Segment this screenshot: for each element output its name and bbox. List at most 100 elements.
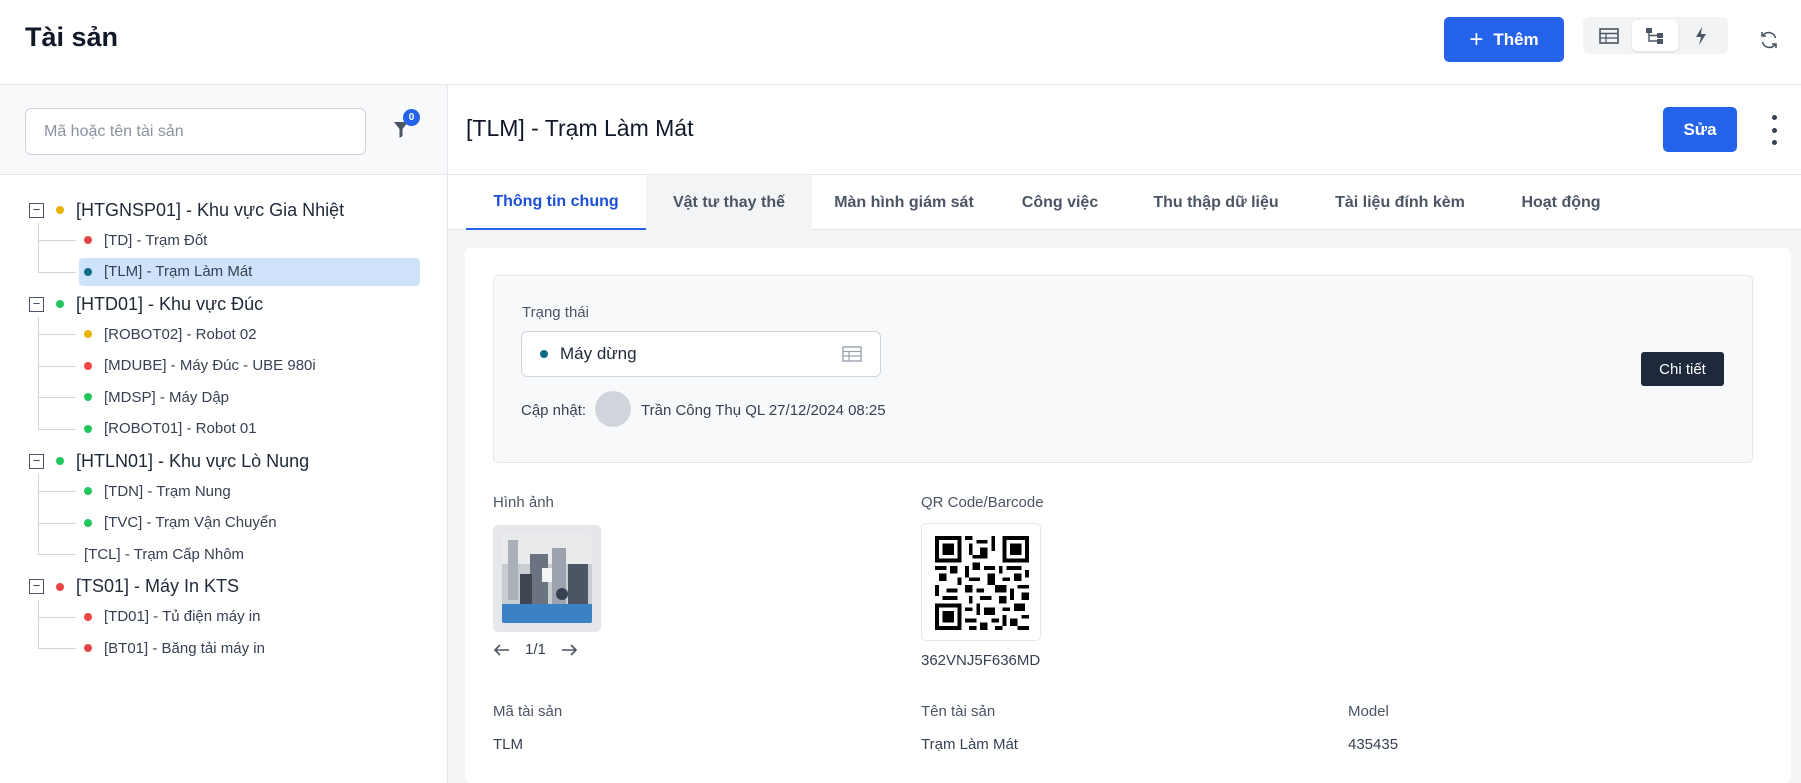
collapse-icon[interactable]: −: [29, 296, 44, 312]
arrow-left-icon[interactable]: [493, 643, 511, 657]
tab-replacement-parts[interactable]: Vật tư thay thế: [646, 175, 812, 230]
status-label: Trạng thái: [522, 304, 589, 321]
status-dot: [56, 457, 64, 465]
table-view-button[interactable]: [1586, 20, 1632, 51]
status-dot: [84, 236, 92, 244]
tab-data-collection[interactable]: Thu thập dữ liệu: [1124, 175, 1308, 230]
tree-connector: [38, 474, 39, 554]
collapse-icon[interactable]: −: [29, 202, 44, 218]
table-icon: [1599, 27, 1619, 44]
top-header: Tài sản + Thêm: [0, 0, 1801, 85]
qr-label: QR Code/Barcode: [921, 494, 1044, 511]
detail-button[interactable]: Chi tiết: [1641, 352, 1724, 386]
status-dot: [84, 612, 92, 621]
field-value-asset-code: TLM: [493, 736, 523, 753]
tree-group-label: [HTGNSP01] - Khu vực Gia Nhiệt: [76, 199, 345, 220]
tab-general-info[interactable]: Thông tin chung: [466, 175, 646, 230]
updated-by-text: Trần Công Thụ QL 27/12/2024 08:25: [641, 402, 886, 419]
tree-icon: [1646, 27, 1663, 44]
tab-attachments[interactable]: Tài liệu đính kèm: [1308, 175, 1492, 230]
field-value-model: 435435: [1348, 736, 1399, 753]
tab-monitoring-screen[interactable]: Màn hình giám sát: [812, 175, 996, 230]
image-pager: 1/1: [493, 641, 578, 658]
tab-work[interactable]: Công việc: [996, 175, 1124, 230]
tree-item-label: [TD01] - Tủ điện máy in: [104, 608, 261, 625]
tree-item-label: [TD] - Trạm Đốt: [104, 231, 208, 249]
tree-connector: [38, 554, 76, 555]
tree-item[interactable]: [TCL] - Trạm Cấp Nhôm: [79, 540, 420, 568]
tree-connector: [38, 271, 76, 273]
tree-item[interactable]: [TVC] - Trạm Vận Chuyển: [79, 509, 420, 537]
qr-code-image: [935, 536, 1029, 630]
tree-item-label: [BT01] - Băng tải máy in: [104, 639, 265, 657]
tree-item[interactable]: [TD01] - Tủ điện máy in: [79, 603, 420, 631]
status-dot: [56, 206, 64, 214]
tree-item[interactable]: [TDN] - Trạm Nung: [79, 477, 420, 505]
field-label-model: Model: [1348, 703, 1389, 720]
tree-item-label: [ROBOT01] - Robot 01: [104, 420, 257, 437]
search-area: 0: [0, 85, 447, 175]
tree-connector: [38, 428, 76, 430]
edit-button[interactable]: Sửa: [1663, 107, 1737, 152]
tree-connector: [38, 648, 76, 649]
updated-label: Cập nhật:: [521, 402, 587, 419]
tree-connector: [38, 317, 39, 429]
tree-item[interactable]: [BT01] - Băng tải máy in: [79, 634, 420, 662]
tree-item[interactable]: [ROBOT02] - Robot 02: [79, 320, 420, 348]
tree-group-label: [TS01] - Máy In KTS: [76, 576, 240, 596]
tree-view-button[interactable]: [1632, 20, 1678, 51]
tree-item-label: [MDUBE] - Máy Đúc - UBE 980i: [104, 357, 316, 374]
tree-item[interactable]: [TD] - Trạm Đốt: [79, 226, 420, 254]
tree-connector: [38, 522, 76, 524]
tree-group[interactable]: − [TS01] - Máy In KTS: [29, 574, 239, 600]
arrow-right-icon[interactable]: [560, 643, 578, 657]
tree-item-label: [TVC] - Trạm Vận Chuyển: [104, 514, 277, 531]
tree-group[interactable]: − [HTD01] - Khu vực Đúc: [29, 291, 263, 317]
tree-group-label: [HTLN01] - Khu vực Lò Nung: [76, 450, 310, 471]
tree-connector: [38, 334, 76, 335]
status-value: Máy dừng: [560, 344, 637, 363]
status-dot: [84, 487, 92, 495]
image-label: Hình ảnh: [493, 494, 554, 511]
tree-connector: [38, 223, 39, 272]
collapse-icon[interactable]: −: [29, 579, 44, 594]
tree-item-label: [ROBOT02] - Robot 02: [104, 325, 257, 343]
tab-activity[interactable]: Hoạt động: [1492, 175, 1630, 230]
detail-header: [TLM] - Trạm Làm Mát Sửa: [448, 85, 1801, 175]
table-icon: [842, 346, 862, 362]
asset-tree-panel: 0 − [HTGNSP01] - Khu vực Gia Nhiệt [TD] - …: [0, 85, 448, 783]
view-switcher: [1583, 17, 1728, 54]
qr-code-value: 362VNJ5F636MD: [921, 652, 1041, 669]
more-options-icon[interactable]: [1769, 115, 1779, 145]
image-page-indicator: 1/1: [525, 641, 546, 658]
status-dot: [84, 644, 92, 652]
lightning-icon: [1696, 26, 1706, 45]
add-button[interactable]: + Thêm: [1444, 17, 1564, 62]
status-dot: [540, 350, 548, 358]
tree-item[interactable]: [ROBOT01] - Robot 01: [79, 415, 420, 443]
asset-image-card[interactable]: [493, 525, 601, 632]
collapse-icon[interactable]: −: [29, 453, 44, 469]
status-select[interactable]: Máy dừng: [521, 331, 881, 377]
tree-item-label: [TCL] - Trạm Cấp Nhôm: [84, 545, 245, 563]
tree-connector: [38, 397, 76, 398]
tree-group[interactable]: − [HTLN01] - Khu vực Lò Nung: [29, 448, 309, 474]
tree-item-label: [TDN] - Trạm Nung: [104, 482, 231, 500]
tree-connector: [38, 491, 76, 492]
tree-item[interactable]: [MDSP] - Máy Dập: [79, 383, 420, 411]
detail-tabs: Thông tin chung Vật tư thay thế Màn hình…: [448, 175, 1801, 230]
tree-item[interactable]: [MDUBE] - Máy Đúc - UBE 980i: [79, 352, 420, 380]
search-input[interactable]: [25, 108, 366, 155]
tree-group[interactable]: − [HTGNSP01] - Khu vực Gia Nhiệt: [29, 197, 344, 223]
refresh-icon: [1761, 31, 1777, 49]
status-dot: [56, 582, 64, 591]
quick-view-button[interactable]: [1678, 20, 1724, 51]
tree-connector: [38, 240, 76, 241]
add-button-label: Thêm: [1493, 29, 1539, 49]
refresh-button[interactable]: [1755, 26, 1783, 54]
qr-code-card: [921, 523, 1041, 641]
status-dot: [84, 424, 92, 433]
filter-button[interactable]: 0: [392, 109, 422, 143]
field-label-asset-code: Mã tài sản: [493, 703, 563, 720]
tree-item[interactable]: [TLM] - Trạm Làm Mát: [79, 257, 420, 286]
